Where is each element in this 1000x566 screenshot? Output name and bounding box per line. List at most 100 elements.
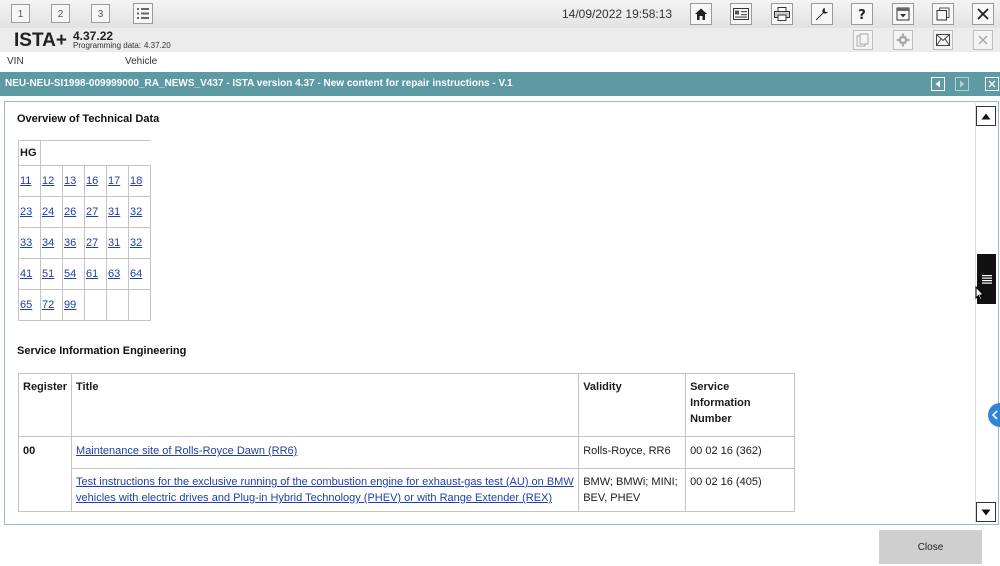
workspace-list-button[interactable] [133, 3, 153, 24]
si-title-link[interactable]: Maintenance site of Rolls-Royce Dawn (RR… [76, 445, 297, 457]
register-cell: 00 [17, 436, 73, 512]
sin-cell: 00 02 16 (405) [685, 468, 795, 512]
programming-data-value: 4.37.20 [144, 41, 171, 50]
hg-header: HG [18, 140, 151, 166]
workspace-2-button[interactable]: 2 [51, 4, 70, 23]
close-document-button[interactable] [985, 77, 999, 91]
scroll-up-button[interactable] [976, 106, 996, 126]
svg-text:?: ? [858, 8, 866, 21]
arrow-left-icon [935, 80, 940, 88]
maximize-button[interactable] [932, 3, 954, 25]
close-session-button[interactable] [973, 30, 993, 50]
id-card-icon [733, 8, 749, 20]
app-name: ISTA+ [14, 30, 67, 51]
hg-table: HG 11 12 13 16 17 18 23 24 26 27 31 32 3… [18, 140, 151, 321]
vehicle-label: Vehicle [125, 56, 158, 67]
hg-link[interactable]: 32 [130, 206, 142, 218]
hg-link[interactable]: 23 [20, 206, 32, 218]
gear-icon [896, 33, 910, 47]
grip-icon [981, 275, 992, 284]
question-mark-icon: ? [858, 8, 866, 21]
previous-document-button[interactable] [931, 77, 945, 91]
workspace-1-button[interactable]: 1 [11, 4, 30, 23]
hg-link[interactable]: 31 [108, 237, 120, 249]
hg-row: 41 51 54 61 63 64 [18, 258, 151, 290]
hg-row: 11 12 13 16 17 18 [18, 165, 151, 197]
chevron-left-icon [991, 410, 998, 420]
vertical-scrollbar[interactable] [975, 103, 998, 523]
hg-link[interactable]: 99 [64, 299, 76, 311]
hg-link[interactable]: 17 [108, 175, 120, 187]
envelope-icon [936, 34, 950, 46]
validity-cell: Rolls-Royce, RR6 [578, 436, 687, 469]
minimize-panel-button[interactable] [892, 3, 914, 25]
hg-link[interactable]: 51 [42, 268, 54, 280]
app-header: ISTA+ 4.37.22 Programming data: 4.37.20 [0, 28, 1000, 52]
vin-label: VIN [7, 56, 24, 67]
hg-link[interactable]: 11 [20, 175, 31, 187]
hg-link[interactable]: 16 [86, 175, 98, 187]
hg-link[interactable]: 13 [64, 175, 76, 187]
vehicle-info-row: VIN Vehicle [0, 52, 1000, 72]
arrow-right-icon [960, 80, 965, 88]
hg-empty-cell [84, 289, 107, 321]
list-icon [137, 8, 149, 19]
validity-cell: BMW; BMWi; MINI; BEV, PHEV [578, 468, 687, 512]
hg-link[interactable]: 33 [20, 237, 32, 249]
next-document-button[interactable] [955, 77, 969, 91]
footer-bar [0, 526, 1000, 566]
hg-link[interactable]: 72 [42, 299, 54, 311]
hg-row: 65 72 99 [18, 289, 151, 321]
printer-icon [774, 7, 790, 21]
hg-row: 33 34 36 27 31 32 [18, 227, 151, 259]
vehicle-id-button[interactable] [730, 3, 752, 25]
hg-link[interactable]: 41 [20, 268, 32, 280]
hg-link[interactable]: 24 [42, 206, 54, 218]
close-icon [978, 35, 988, 45]
scroll-down-button[interactable] [976, 502, 996, 522]
wrench-icon [815, 7, 829, 21]
service-button[interactable] [811, 3, 833, 25]
hg-link[interactable]: 65 [20, 299, 32, 311]
column-header-title: Title [71, 373, 580, 437]
close-button[interactable]: Close [879, 530, 982, 564]
hg-link[interactable]: 36 [64, 237, 76, 249]
hg-link[interactable]: 32 [130, 237, 142, 249]
hg-link[interactable]: 26 [64, 206, 76, 218]
table-row: Test instructions for the exclusive runn… [19, 468, 795, 512]
document-title-bar: NEU-NEU-SI1998-009999000_RA_NEWS_V437 - … [0, 72, 1000, 96]
home-icon [695, 8, 707, 20]
column-header-sin: Service Information Number [685, 373, 795, 437]
hg-link[interactable]: 12 [42, 175, 54, 187]
print-button[interactable] [771, 3, 793, 25]
hg-empty-cell [106, 289, 129, 321]
copy-button[interactable] [853, 30, 873, 50]
home-button[interactable] [690, 3, 712, 25]
arrow-up-icon [981, 113, 991, 119]
hg-link[interactable]: 27 [86, 206, 98, 218]
hg-link[interactable]: 64 [130, 268, 142, 280]
datetime-display: 14/09/2022 19:58:13 [562, 7, 673, 21]
hg-link[interactable]: 31 [108, 206, 120, 218]
exit-button[interactable] [972, 3, 994, 25]
message-button[interactable] [933, 30, 953, 50]
hg-link[interactable]: 34 [42, 237, 54, 249]
table-row: 00 Maintenance site of Rolls-Royce Dawn … [17, 436, 795, 512]
hg-link[interactable]: 63 [108, 268, 120, 280]
hg-link[interactable]: 18 [130, 175, 142, 187]
settings-button[interactable] [893, 30, 913, 50]
close-icon [988, 80, 996, 88]
hg-link[interactable]: 54 [64, 268, 76, 280]
column-header-validity: Validity [578, 373, 687, 437]
column-header-register: Register [17, 373, 73, 437]
hg-link[interactable]: 27 [86, 237, 98, 249]
sin-cell: 00 02 16 (362) [685, 436, 795, 469]
window-restore-icon [936, 7, 950, 21]
workspace-3-button[interactable]: 3 [91, 4, 110, 23]
top-toolbar: 1 2 3 14/09/2022 19:58:13 ? [0, 0, 1000, 29]
hg-row: 23 24 26 27 31 32 [18, 196, 151, 228]
help-button[interactable]: ? [851, 3, 873, 25]
si-title-link[interactable]: Test instructions for the exclusive runn… [76, 476, 574, 504]
copy-icon [856, 33, 869, 47]
hg-link[interactable]: 61 [86, 268, 98, 280]
